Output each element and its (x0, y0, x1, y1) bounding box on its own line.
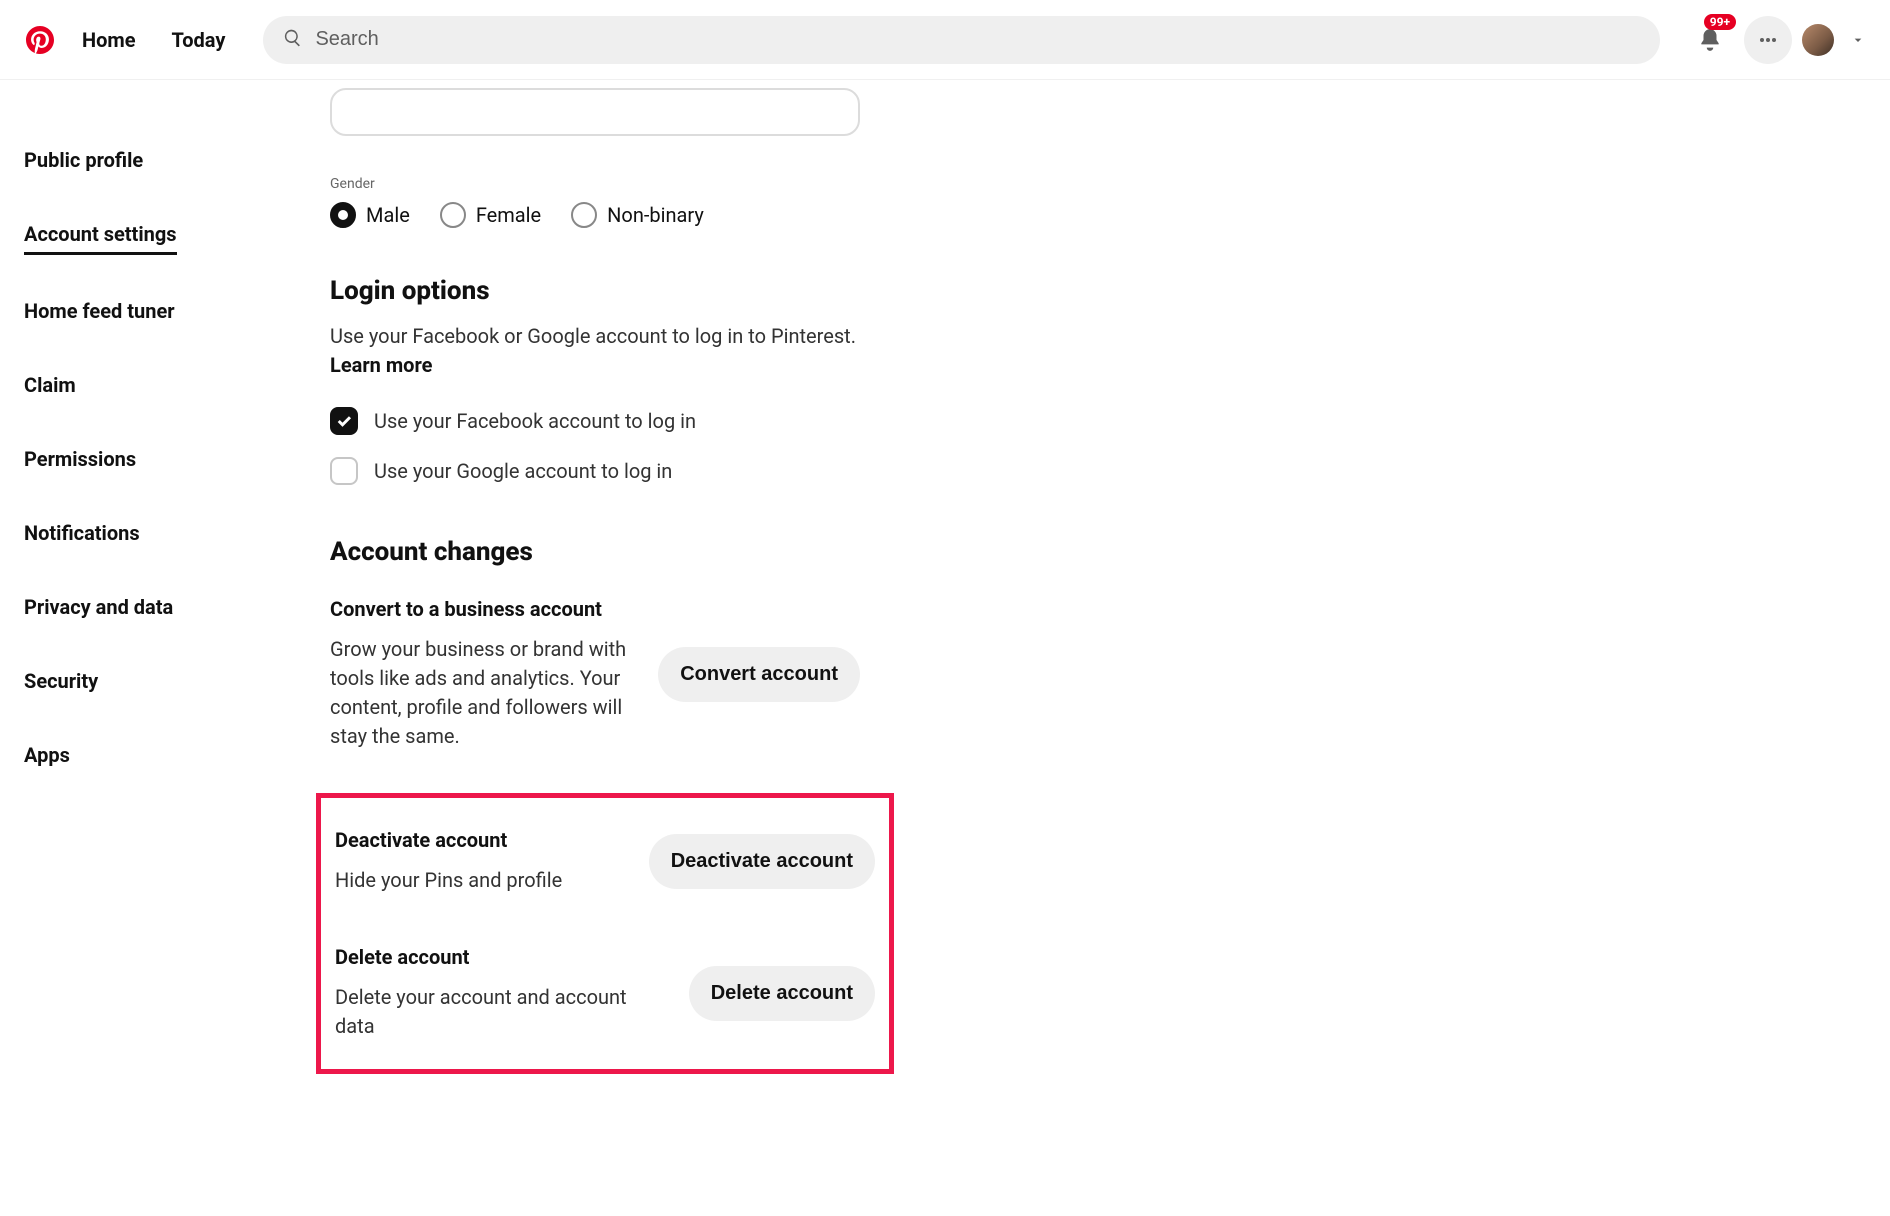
convert-desc: Grow your business or brand with tools l… (330, 635, 626, 751)
sidebar-item-home-feed-tuner[interactable]: Home feed tuner (24, 287, 175, 335)
home-link[interactable]: Home (70, 20, 148, 60)
account-changes-title: Account changes (330, 537, 1330, 567)
login-options-desc: Use your Facebook or Google account to l… (330, 322, 1330, 351)
delete-account-block: Delete account Delete your account and a… (335, 945, 875, 1041)
checkbox-label: Use your Facebook account to log in (374, 409, 696, 433)
convert-heading: Convert to a business account (330, 597, 626, 621)
radio-label: Non-binary (607, 203, 704, 227)
sidebar-item-permissions[interactable]: Permissions (24, 435, 136, 483)
deactivate-desc: Hide your Pins and profile (335, 866, 617, 895)
google-login-toggle[interactable]: Use your Google account to log in (330, 457, 1330, 485)
facebook-login-toggle[interactable]: Use your Facebook account to log in (330, 407, 1330, 435)
header: Home Today 99+ (0, 0, 1890, 80)
search-bar[interactable] (263, 16, 1660, 64)
gender-radio-male[interactable]: Male (330, 202, 410, 228)
pinterest-logo-icon[interactable] (22, 22, 58, 58)
login-options-title: Login options (330, 276, 1330, 306)
delete-account-button[interactable]: Delete account (689, 966, 875, 1021)
notification-badge: 99+ (1704, 14, 1736, 30)
avatar[interactable] (1802, 24, 1834, 56)
checkbox-icon (330, 457, 358, 485)
gender-radios: Male Female Non-binary (330, 202, 1330, 228)
deactivate-account-block: Deactivate account Hide your Pins and pr… (335, 828, 875, 895)
sidebar-item-security[interactable]: Security (24, 657, 98, 705)
sidebar-item-apps[interactable]: Apps (24, 731, 70, 779)
sidebar-item-account-settings[interactable]: Account settings (24, 210, 177, 255)
radio-label: Male (366, 203, 410, 227)
sidebar-item-public-profile[interactable]: Public profile (24, 136, 143, 184)
messages-button[interactable] (1744, 16, 1792, 64)
radio-icon (571, 202, 597, 228)
radio-label: Female (476, 203, 541, 227)
convert-account-button[interactable]: Convert account (658, 647, 860, 702)
input-field-box[interactable] (330, 88, 860, 136)
deactivate-heading: Deactivate account (335, 828, 617, 852)
settings-main: Gender Male Female Non-binary Login opti… (330, 80, 1330, 1074)
checkbox-icon (330, 407, 358, 435)
delete-heading: Delete account (335, 945, 657, 969)
search-input[interactable] (315, 28, 1640, 51)
settings-sidebar: Public profile Account settings Home fee… (0, 80, 330, 1074)
sidebar-item-privacy-and-data[interactable]: Privacy and data (24, 583, 173, 631)
gender-label: Gender (330, 176, 1330, 192)
checkbox-label: Use your Google account to log in (374, 459, 672, 483)
sidebar-item-notifications[interactable]: Notifications (24, 509, 140, 557)
gender-radio-nonbinary[interactable]: Non-binary (571, 202, 704, 228)
delete-desc: Delete your account and account data (335, 983, 657, 1041)
gender-radio-female[interactable]: Female (440, 202, 541, 228)
convert-account-block: Convert to a business account Grow your … (330, 597, 860, 751)
radio-icon (330, 202, 356, 228)
learn-more-link[interactable]: Learn more (330, 353, 432, 377)
sidebar-item-claim[interactable]: Claim (24, 361, 76, 409)
account-menu-button[interactable] (1844, 26, 1872, 54)
search-icon (283, 28, 303, 52)
header-actions: 99+ (1686, 16, 1872, 64)
deactivate-account-button[interactable]: Deactivate account (649, 834, 875, 889)
radio-icon (440, 202, 466, 228)
notifications-button[interactable]: 99+ (1686, 16, 1734, 64)
search-wrap (263, 16, 1660, 64)
danger-zone-highlight: Deactivate account Hide your Pins and pr… (316, 793, 894, 1074)
today-link[interactable]: Today (160, 20, 238, 60)
